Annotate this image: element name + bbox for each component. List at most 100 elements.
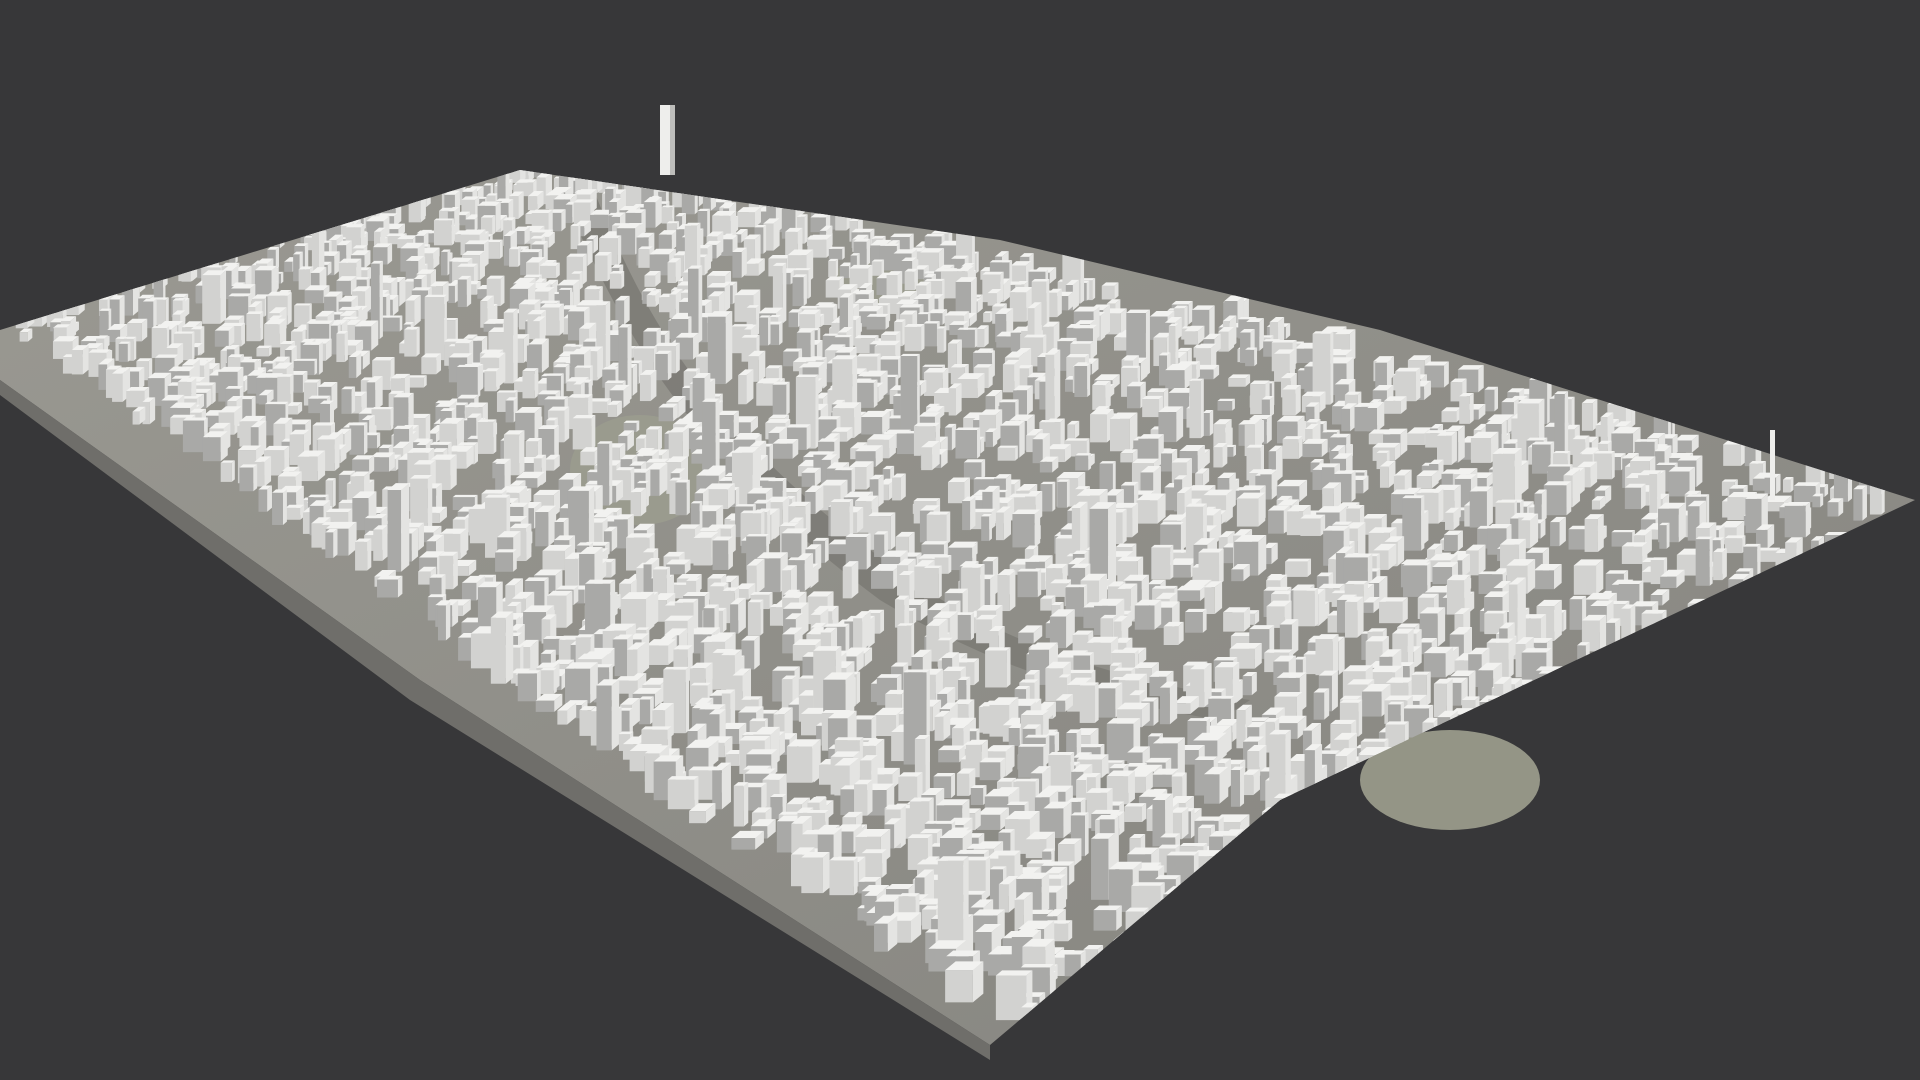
building-roof [520, 249, 543, 253]
building [311, 523, 324, 548]
building-side [1100, 312, 1106, 341]
building [537, 170, 555, 171]
building-side [477, 364, 481, 398]
building-roof [170, 414, 196, 418]
building-side [1678, 502, 1686, 543]
building-side [518, 191, 524, 219]
building-roof [345, 204, 370, 210]
building-side [499, 239, 503, 259]
building [1228, 378, 1246, 387]
building-side [119, 295, 125, 328]
building-roof [1543, 481, 1572, 486]
building-roof [786, 195, 805, 201]
building-roof [654, 342, 680, 346]
building-side [988, 364, 993, 389]
city-model-render[interactable] [0, 0, 1920, 1080]
building-roof [834, 335, 853, 338]
building [900, 355, 918, 437]
building-roof [47, 302, 67, 306]
building-side [1469, 392, 1474, 424]
building-roof [624, 178, 646, 184]
building-side [1330, 331, 1334, 405]
building [1445, 512, 1454, 530]
building [801, 472, 815, 487]
building [109, 299, 120, 328]
building-roof [828, 246, 845, 249]
building-roof [571, 158, 590, 163]
building [447, 285, 455, 303]
building-side [746, 369, 754, 405]
building-roof [1653, 410, 1671, 414]
building-roof [1829, 447, 1856, 454]
building [995, 512, 1004, 541]
building [522, 371, 535, 399]
building-side [672, 205, 675, 224]
building-side [715, 398, 720, 475]
building [1189, 380, 1201, 439]
building [738, 375, 747, 405]
building-roof [380, 196, 398, 202]
building-side [414, 295, 421, 327]
building-roof [1611, 529, 1635, 533]
building [202, 275, 221, 324]
building [1827, 502, 1839, 517]
building-roof [997, 445, 1018, 448]
building [1784, 505, 1806, 538]
building [1236, 498, 1259, 527]
building [539, 265, 557, 279]
building-side [304, 243, 309, 271]
building-side [650, 370, 657, 402]
building [1402, 498, 1422, 551]
building-roof [1594, 451, 1615, 454]
building-side [573, 142, 578, 165]
building-side [1421, 495, 1425, 551]
building-roof [972, 350, 995, 353]
building-side [579, 170, 583, 171]
building-side [808, 268, 811, 299]
building-side [733, 410, 739, 438]
building-side [981, 459, 986, 480]
building-roof [1402, 495, 1425, 499]
building [1724, 538, 1743, 554]
building-roof [718, 191, 732, 194]
building-side [1790, 477, 1794, 493]
building-roof [641, 158, 658, 162]
building [258, 395, 267, 405]
building [553, 155, 569, 165]
building-side [492, 215, 496, 236]
building-side [588, 486, 595, 549]
building-roof [602, 159, 613, 163]
building-roof [924, 278, 945, 281]
building [1407, 433, 1425, 446]
building-side [1054, 349, 1061, 421]
building-side [356, 352, 362, 378]
building-side [282, 489, 287, 525]
building-side [597, 170, 603, 194]
building-roof [338, 306, 362, 311]
building-side [1438, 488, 1444, 524]
3d-viewport[interactable] [0, 0, 1920, 1080]
building-roof [672, 185, 689, 191]
building-roof [1547, 464, 1573, 467]
building [788, 312, 798, 328]
building [457, 279, 467, 308]
building [874, 534, 885, 557]
building-side [974, 327, 978, 348]
building-roof [1824, 531, 1851, 535]
building [1611, 433, 1634, 454]
building-side [153, 298, 157, 329]
building-roof [1869, 477, 1885, 481]
building-side [984, 325, 989, 348]
building-side [741, 247, 747, 278]
building [182, 420, 205, 453]
building-roof [1126, 309, 1150, 313]
building [658, 234, 672, 251]
building-side [977, 427, 981, 459]
building-side [646, 480, 649, 508]
building [672, 190, 683, 208]
building [702, 196, 711, 211]
building [1782, 479, 1791, 493]
building [861, 416, 883, 435]
building-roof [153, 260, 166, 262]
building [1048, 292, 1058, 318]
